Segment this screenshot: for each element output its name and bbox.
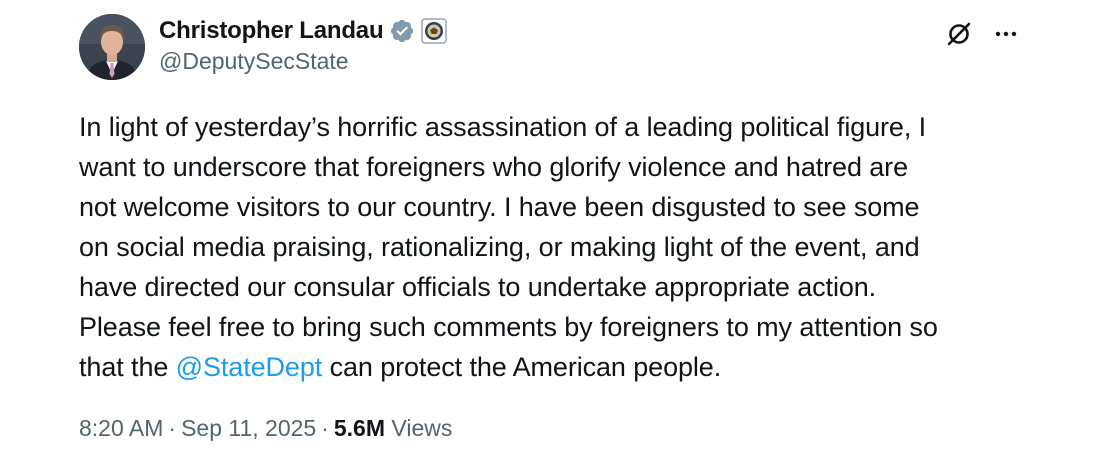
tweet-text-line: have directed our consular officials to … <box>79 272 877 302</box>
tweet-text-last-line: that the @StateDept can protect the Amer… <box>79 347 1039 387</box>
verified-badge-icon[interactable] <box>389 18 415 44</box>
tweet-text-line: In light of yesterday’s horrific assassi… <box>79 112 927 142</box>
avatar-image <box>79 14 145 80</box>
tweet-text: In light of yesterday’s horrific assassi… <box>79 107 1039 387</box>
more-options-icon[interactable] <box>992 20 1020 48</box>
tweet-text-line: Please feel free to bring such comments … <box>79 312 938 342</box>
tweet-text-segment: can protect the American people. <box>322 352 722 382</box>
views-label: Views <box>391 415 453 441</box>
state-department-seal-icon[interactable] <box>421 18 448 44</box>
meta-separator: · <box>321 415 329 441</box>
tweet-text-line: want to underscore that foreigners who g… <box>79 152 908 182</box>
tweet-time[interactable]: 8:20 AM <box>79 415 163 441</box>
avatar[interactable] <box>79 14 145 80</box>
author-handle[interactable]: @DeputySecState <box>159 48 349 75</box>
tweet-text-line: not welcome visitors to our country. I h… <box>79 192 920 222</box>
tweet-text-line: on social media praising, rationalizing,… <box>79 232 920 262</box>
meta-separator: · <box>168 415 177 441</box>
tweet-meta: 8:20 AM · Sep 11, 2025 · 5.6M Views <box>79 415 452 442</box>
views-count[interactable]: 5.6M <box>334 415 385 441</box>
mention-link[interactable]: @StateDept <box>176 352 323 382</box>
tweet-date[interactable]: Sep 11, 2025 <box>181 415 316 441</box>
author-display-name[interactable]: Christopher Landau <box>159 17 384 45</box>
grok-icon[interactable] <box>945 20 973 48</box>
author-name-row: Christopher Landau <box>159 14 448 48</box>
tweet-text-segment: that the <box>79 352 176 382</box>
